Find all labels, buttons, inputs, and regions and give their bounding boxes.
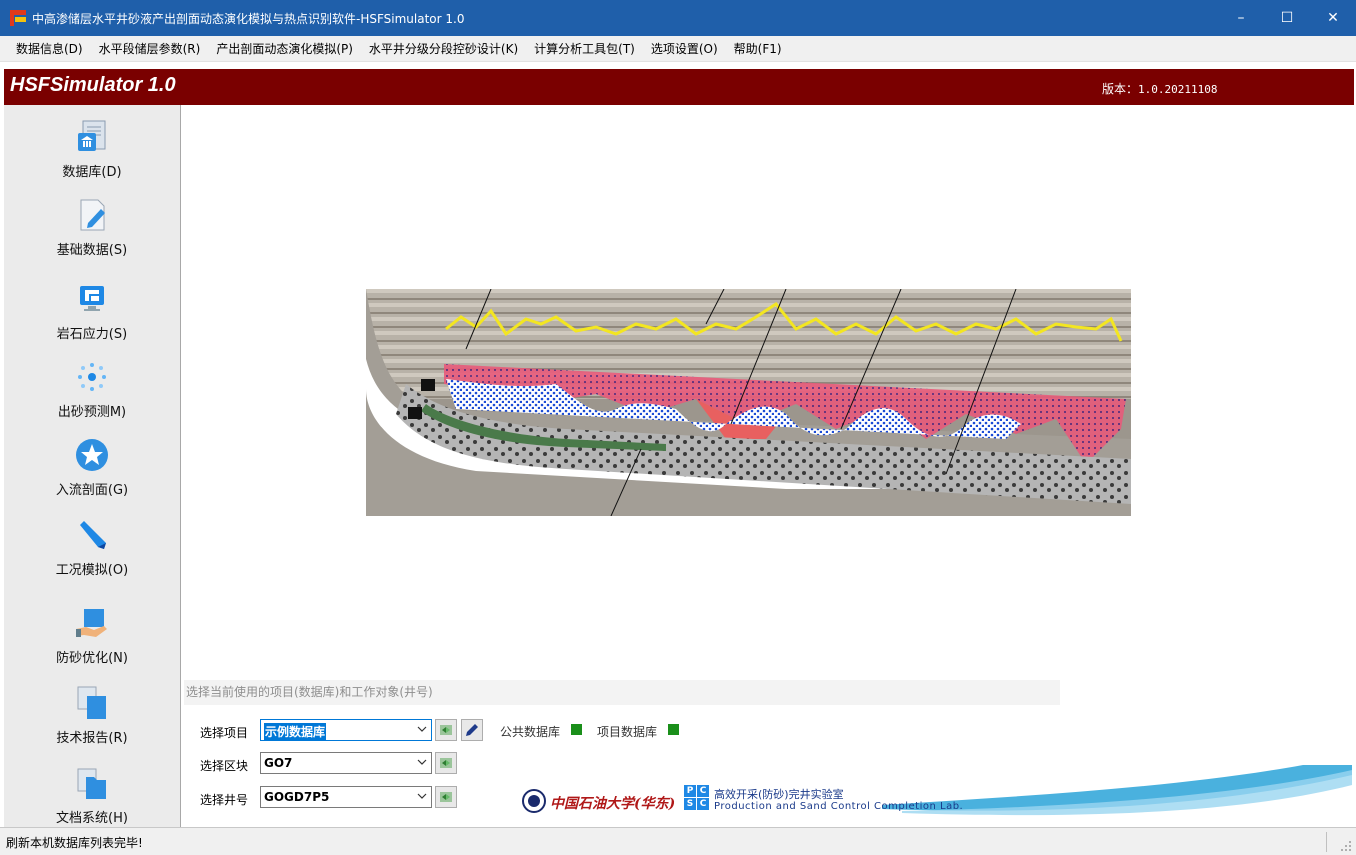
database-icon bbox=[74, 119, 110, 155]
star-icon bbox=[74, 437, 110, 473]
project-db-indicator bbox=[668, 724, 679, 735]
chevron-down-icon bbox=[417, 793, 427, 799]
sidebar-item-label: 岩石应力(S) bbox=[56, 327, 128, 342]
status-divider bbox=[1326, 832, 1327, 852]
monitor-icon bbox=[74, 281, 110, 317]
resize-grip-icon[interactable] bbox=[1340, 840, 1352, 852]
pencil-icon bbox=[466, 724, 478, 736]
folder-documents-icon bbox=[74, 765, 110, 801]
menu-reservoir-params[interactable]: 水平段储层参数(R) bbox=[91, 36, 209, 62]
sidebar-item-sand-control-optimization[interactable]: 防砂优化(N) bbox=[4, 605, 180, 666]
sidebar-item-condition-simulation[interactable]: 工况模拟(O) bbox=[4, 517, 180, 578]
university-emblem-icon bbox=[522, 789, 546, 813]
app-name: HSFSimulator 1.0 bbox=[10, 74, 176, 96]
refresh-well-button[interactable] bbox=[435, 786, 457, 808]
refresh-block-button[interactable] bbox=[435, 752, 457, 774]
main-panel: 选择当前使用的项目(数据库)和工作对象(井号) 选择项目 示例数据库 公共数据库… bbox=[182, 105, 1354, 827]
sidebar-item-inflow-profile[interactable]: 入流剖面(G) bbox=[4, 437, 180, 498]
title-bar: 中高渗储层水平井砂液产出剖面动态演化模拟与热点识别软件-HSFSimulator… bbox=[0, 0, 1356, 36]
sidebar-item-basic-data[interactable]: 基础数据(S) bbox=[4, 197, 180, 258]
sidebar: 数据库(D) 基础数据(S) 岩石应力(S) 出砂预测M) 入流剖面(G) 工况… bbox=[4, 105, 181, 827]
status-message: 刷新本机数据库列表完毕! bbox=[6, 836, 143, 850]
menu-options[interactable]: 选项设置(O) bbox=[643, 36, 726, 62]
refresh-icon bbox=[440, 758, 452, 768]
dots-sand-icon bbox=[74, 359, 110, 395]
horizontal-well-illustration bbox=[366, 289, 1131, 516]
refresh-icon bbox=[440, 792, 452, 802]
sidebar-item-rock-stress[interactable]: 岩石应力(S) bbox=[4, 281, 180, 342]
sidebar-item-label: 防砂优化(N) bbox=[56, 651, 128, 666]
hand-box-icon bbox=[74, 605, 110, 641]
logo-area: 中国石油大学(华东) P C S C 高效开采(防砂)完井实验室 Product… bbox=[522, 765, 1352, 827]
minimize-button[interactable]: – bbox=[1218, 0, 1264, 36]
lab-name-cn: 高效开采(防砂)完井实验室 bbox=[714, 788, 844, 801]
sidebar-item-label: 基础数据(S) bbox=[56, 243, 128, 258]
well-value: GOGD7P5 bbox=[264, 790, 330, 804]
app-banner: HSFSimulator 1.0 版本：1.0.20211108 bbox=[4, 69, 1354, 105]
sidebar-item-label: 入流剖面(G) bbox=[55, 483, 129, 498]
window-title: 中高渗储层水平井砂液产出剖面动态演化模拟与热点识别软件-HSFSimulator… bbox=[32, 11, 465, 26]
well-label: 选择井号 bbox=[200, 793, 249, 807]
edit-project-button[interactable] bbox=[461, 719, 483, 741]
menu-bar: 数据信息(D) 水平段储层参数(R) 产出剖面动态演化模拟(P) 水平井分级分段… bbox=[0, 36, 1356, 62]
project-label: 选择项目 bbox=[200, 726, 249, 740]
public-db-label: 公共数据库 bbox=[500, 725, 561, 739]
pen-icon bbox=[74, 517, 110, 553]
version-info: 版本：1.0.20211108 bbox=[1102, 80, 1218, 97]
chevron-down-icon bbox=[417, 759, 427, 765]
lab-name-en: Production and Sand Control Completion L… bbox=[714, 801, 964, 812]
selector-caption: 选择当前使用的项目(数据库)和工作对象(井号) bbox=[184, 680, 1060, 705]
maximize-button[interactable]: ☐ bbox=[1264, 0, 1310, 36]
lab-logo: P C S C bbox=[684, 785, 710, 811]
version-label: 版本： bbox=[1102, 82, 1139, 96]
project-combobox[interactable]: 示例数据库 bbox=[260, 719, 432, 741]
status-bar: 刷新本机数据库列表完毕! bbox=[0, 827, 1356, 855]
close-button[interactable]: ✕ bbox=[1310, 0, 1356, 36]
university-name: 中国石油大学(华东) bbox=[550, 796, 676, 812]
public-db-indicator bbox=[571, 724, 582, 735]
menu-profile-simulation[interactable]: 产出剖面动态演化模拟(P) bbox=[208, 36, 361, 62]
block-value: GO7 bbox=[264, 756, 293, 770]
refresh-icon bbox=[440, 725, 452, 735]
menu-data-info[interactable]: 数据信息(D) bbox=[0, 36, 91, 62]
block-label: 选择区块 bbox=[200, 759, 249, 773]
project-value: 示例数据库 bbox=[264, 723, 327, 740]
well-combobox[interactable]: GOGD7P5 bbox=[260, 786, 432, 808]
sidebar-item-database[interactable]: 数据库(D) bbox=[4, 119, 180, 180]
sidebar-item-tech-report[interactable]: 技术报告(R) bbox=[4, 685, 180, 746]
menu-help[interactable]: 帮助(F1) bbox=[726, 36, 790, 62]
sidebar-item-sand-prediction[interactable]: 出砂预测M) bbox=[4, 359, 180, 420]
refresh-project-button[interactable] bbox=[435, 719, 457, 741]
sidebar-item-label: 文档系统(H) bbox=[56, 811, 128, 826]
sidebar-item-label: 出砂预测M) bbox=[57, 405, 127, 420]
sidebar-item-label: 数据库(D) bbox=[62, 165, 122, 180]
menu-sand-control-design[interactable]: 水平井分级分段控砂设计(K) bbox=[361, 36, 526, 62]
sidebar-item-label: 工况模拟(O) bbox=[55, 563, 129, 578]
version-value: 1.0.20211108 bbox=[1138, 83, 1218, 96]
sidebar-item-label: 技术报告(R) bbox=[56, 731, 128, 746]
project-db-label: 项目数据库 bbox=[597, 725, 658, 739]
app-icon bbox=[10, 10, 26, 26]
sidebar-item-doc-system[interactable]: 文档系统(H) bbox=[4, 765, 180, 826]
chevron-down-icon bbox=[417, 726, 427, 732]
copy-documents-icon bbox=[74, 685, 110, 721]
edit-document-icon bbox=[74, 197, 110, 233]
block-combobox[interactable]: GO7 bbox=[260, 752, 432, 774]
menu-toolkit[interactable]: 计算分析工具包(T) bbox=[526, 36, 643, 62]
